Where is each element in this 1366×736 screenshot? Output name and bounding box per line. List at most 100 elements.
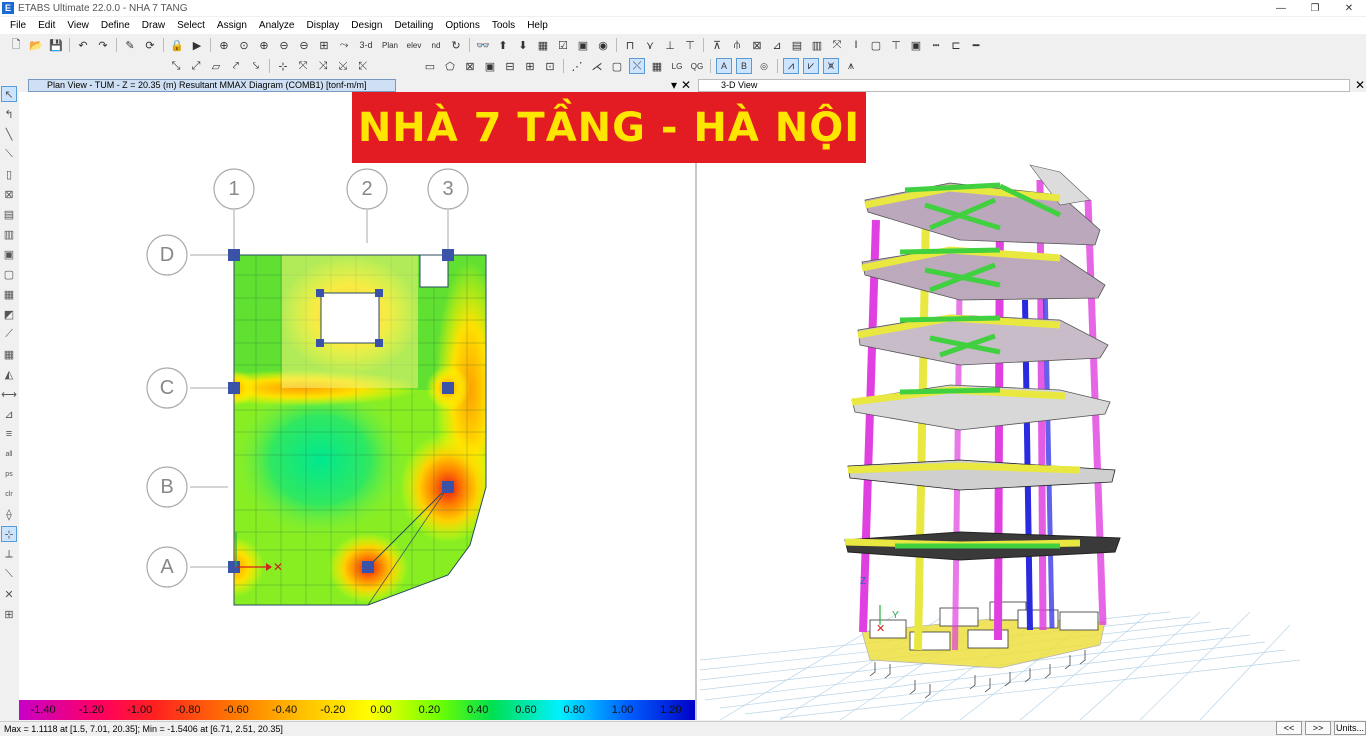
run-icon[interactable]: ▶ (189, 37, 205, 53)
lock-icon[interactable]: 🔒 (169, 37, 185, 53)
snap-tool-icon[interactable]: ⊹ (1, 526, 17, 542)
moment-icon[interactable]: ⊿ (769, 37, 785, 53)
stress-icon[interactable]: ⊠ (749, 37, 765, 53)
clear-select-icon[interactable]: ⊡ (542, 58, 558, 74)
previous-select-icon[interactable]: ⊞ (522, 58, 538, 74)
composite-design-icon[interactable]: ⊤ (888, 37, 904, 53)
refresh-icon[interactable]: ⟳ (142, 37, 158, 53)
minimize-icon[interactable]: — (1264, 0, 1298, 16)
show-frame-forces-icon[interactable]: ⩗ (803, 58, 819, 74)
draw-link-icon[interactable]: ⟋ (1, 326, 17, 342)
assign-frame-icon[interactable]: ⋌ (589, 58, 605, 74)
show-b-icon[interactable]: B (736, 58, 752, 74)
draw-slab-icon[interactable]: ⤥ (248, 58, 264, 74)
draw-ramp-icon[interactable]: ◩ (1, 306, 17, 322)
snap-perpendicular-icon[interactable]: ⤪ (355, 58, 371, 74)
select-window-icon[interactable]: ▭ (422, 58, 438, 74)
snap-perp-tool-icon[interactable]: ⟂ (1, 546, 17, 562)
draw-dimension-icon[interactable]: ⟷ (1, 386, 17, 402)
open-file-icon[interactable]: 📂 (28, 37, 44, 53)
view3d-close-icon[interactable]: ✕ (1355, 78, 1365, 92)
view-elev-button[interactable]: elev (404, 37, 424, 53)
menu-design[interactable]: Design (345, 20, 388, 31)
rotate-icon[interactable]: ↻ (448, 37, 464, 53)
show-loads-icon[interactable]: ▦ (649, 58, 665, 74)
zoom-extent-icon[interactable]: ⊖ (296, 37, 312, 53)
zoom-restore-icon[interactable]: ⊙ (236, 37, 252, 53)
draw-joint-icon[interactable]: ⤡ (168, 58, 184, 74)
menu-edit[interactable]: Edit (32, 20, 61, 31)
check-icon[interactable]: ☑ (555, 37, 571, 53)
display-table-icon[interactable]: ▤ (789, 37, 805, 53)
undo-icon[interactable]: ↶ (75, 37, 91, 53)
dashed-line-icon[interactable]: ┅ (928, 37, 944, 53)
menu-display[interactable]: Display (301, 20, 346, 31)
pencil-icon[interactable]: ✎ (122, 37, 138, 53)
slab-design-icon[interactable]: ⊏ (948, 37, 964, 53)
snap-cross-tool-icon[interactable]: ✕ (1, 586, 17, 602)
select-poly-icon[interactable]: ⬠ (442, 58, 458, 74)
draw-wall-tool-icon[interactable]: ▥ (1, 226, 17, 242)
plan-view-canvas[interactable]: 1 2 3 D C B A ✕ (19, 92, 695, 700)
measure-icon[interactable]: ⤳ (336, 37, 352, 53)
menu-assign[interactable]: Assign (211, 20, 253, 31)
select-clr-icon[interactable]: clr (1, 486, 17, 502)
object-shrink-icon[interactable]: ▣ (575, 37, 591, 53)
table-icon[interactable]: ▥ (809, 37, 825, 53)
draw-column-icon[interactable]: ▯ (1, 166, 17, 182)
deformed-shape-icon[interactable]: ⊼ (709, 37, 725, 53)
move-down-icon[interactable]: ⬇ (515, 37, 531, 53)
save-icon[interactable]: 💾 (48, 37, 64, 53)
snap-grid-tool-icon[interactable]: ⊞ (1, 606, 17, 622)
previous-button[interactable]: << (1276, 721, 1302, 735)
plan-view-close-icon[interactable]: ✕ (681, 78, 691, 92)
new-file-icon[interactable]: 🗋 (8, 37, 24, 53)
extrude-icon[interactable]: ◉ (595, 37, 611, 53)
select-poly-tool-icon[interactable]: ⟠ (1, 506, 17, 522)
draw-tendon-icon[interactable]: ◭ (1, 366, 17, 382)
zoom-out-icon[interactable]: ⊖ (276, 37, 292, 53)
brace-icon[interactable]: ⋎ (642, 37, 658, 53)
menu-define[interactable]: Define (95, 20, 136, 31)
draw-rect-icon[interactable]: ▢ (1, 266, 17, 282)
grid-bubble-row-c[interactable]: C (146, 367, 188, 409)
units-button[interactable]: Units... (1334, 721, 1366, 735)
wall-icon[interactable]: ⊥ (662, 37, 678, 53)
pan-icon[interactable]: ⊞ (316, 37, 332, 53)
menu-select[interactable]: Select (171, 20, 211, 31)
show-a-icon[interactable]: A (716, 58, 732, 74)
menu-draw[interactable]: Draw (136, 20, 171, 31)
grid-bubble-column-3[interactable]: 3 (427, 168, 469, 210)
menu-detailing[interactable]: Detailing (388, 20, 439, 31)
deselect-icon[interactable]: ⊟ (502, 58, 518, 74)
steel-design-icon[interactable]: I (848, 37, 864, 53)
concrete-design-icon[interactable]: ▢ (868, 37, 884, 53)
tab-plan-view[interactable]: Plan View - TUM - Z = 20.35 (m) Resultan… (28, 79, 396, 92)
assign-joint-icon[interactable]: ⋰ (569, 58, 585, 74)
grid-bubble-row-d[interactable]: D (146, 234, 188, 276)
shear-wall-design-icon[interactable]: ▣ (908, 37, 924, 53)
grid-bubble-row-b[interactable]: B (146, 466, 188, 508)
move-up-icon[interactable]: ⬆ (495, 37, 511, 53)
beam-icon[interactable]: ⊤ (682, 37, 698, 53)
snap-line-tool-icon[interactable]: ⟍ (1, 566, 17, 582)
menu-file[interactable]: File (4, 20, 32, 31)
plan-view-dropdown-icon[interactable]: ▾ (671, 78, 677, 92)
grid-bubble-column-1[interactable]: 1 (213, 168, 255, 210)
draw-beam-icon[interactable]: ⟍ (1, 146, 17, 162)
line-style-icon[interactable]: ━ (968, 37, 984, 53)
set-display-icon[interactable]: ▦ (535, 37, 551, 53)
draw-frame-icon[interactable]: ⤢ (188, 58, 204, 74)
snap-ends-icon[interactable]: ⤧ (295, 58, 311, 74)
assign-area-icon[interactable]: ▢ (609, 58, 625, 74)
draw-area-icon[interactable]: ▱ (208, 58, 224, 74)
show-reactions-icon[interactable]: ⩙ (823, 58, 839, 74)
draw-wall-icon[interactable]: ⤤ (228, 58, 244, 74)
tab-3d-view[interactable]: 3-D View (698, 79, 1350, 92)
draw-section-cut-icon[interactable]: ⊿ (1, 406, 17, 422)
menu-view[interactable]: View (61, 20, 95, 31)
select-all-icon[interactable]: ▣ (482, 58, 498, 74)
show-displacement-icon[interactable]: ⩚ (843, 58, 859, 74)
grid-bubble-column-2[interactable]: 2 (346, 168, 388, 210)
select-ps-icon[interactable]: ps (1, 466, 17, 482)
